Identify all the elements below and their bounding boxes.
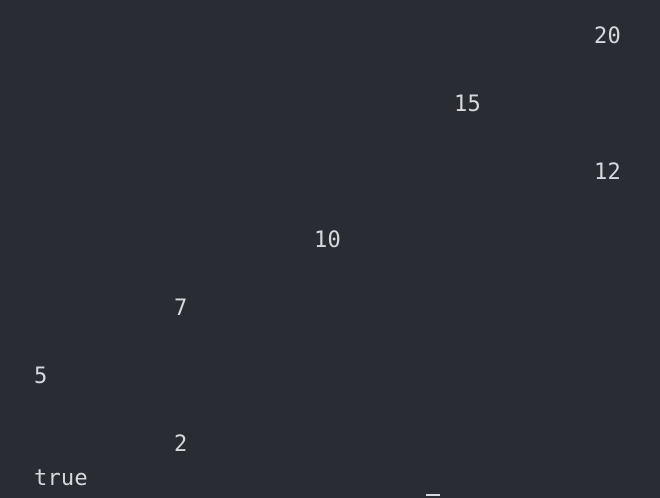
tree-node: 20 xyxy=(594,24,621,49)
tree-node: 12 xyxy=(594,160,621,185)
tree-node: 15 xyxy=(454,92,481,117)
tree-node: 5 xyxy=(34,364,48,389)
cursor-indicator xyxy=(426,494,440,496)
tree-node: 7 xyxy=(174,296,188,321)
terminal-output: 20 15 12 10 7 5 2 true xyxy=(0,0,660,498)
tree-node: 10 xyxy=(314,228,341,253)
tree-node: 2 xyxy=(174,432,188,457)
result-text: true xyxy=(34,466,88,491)
